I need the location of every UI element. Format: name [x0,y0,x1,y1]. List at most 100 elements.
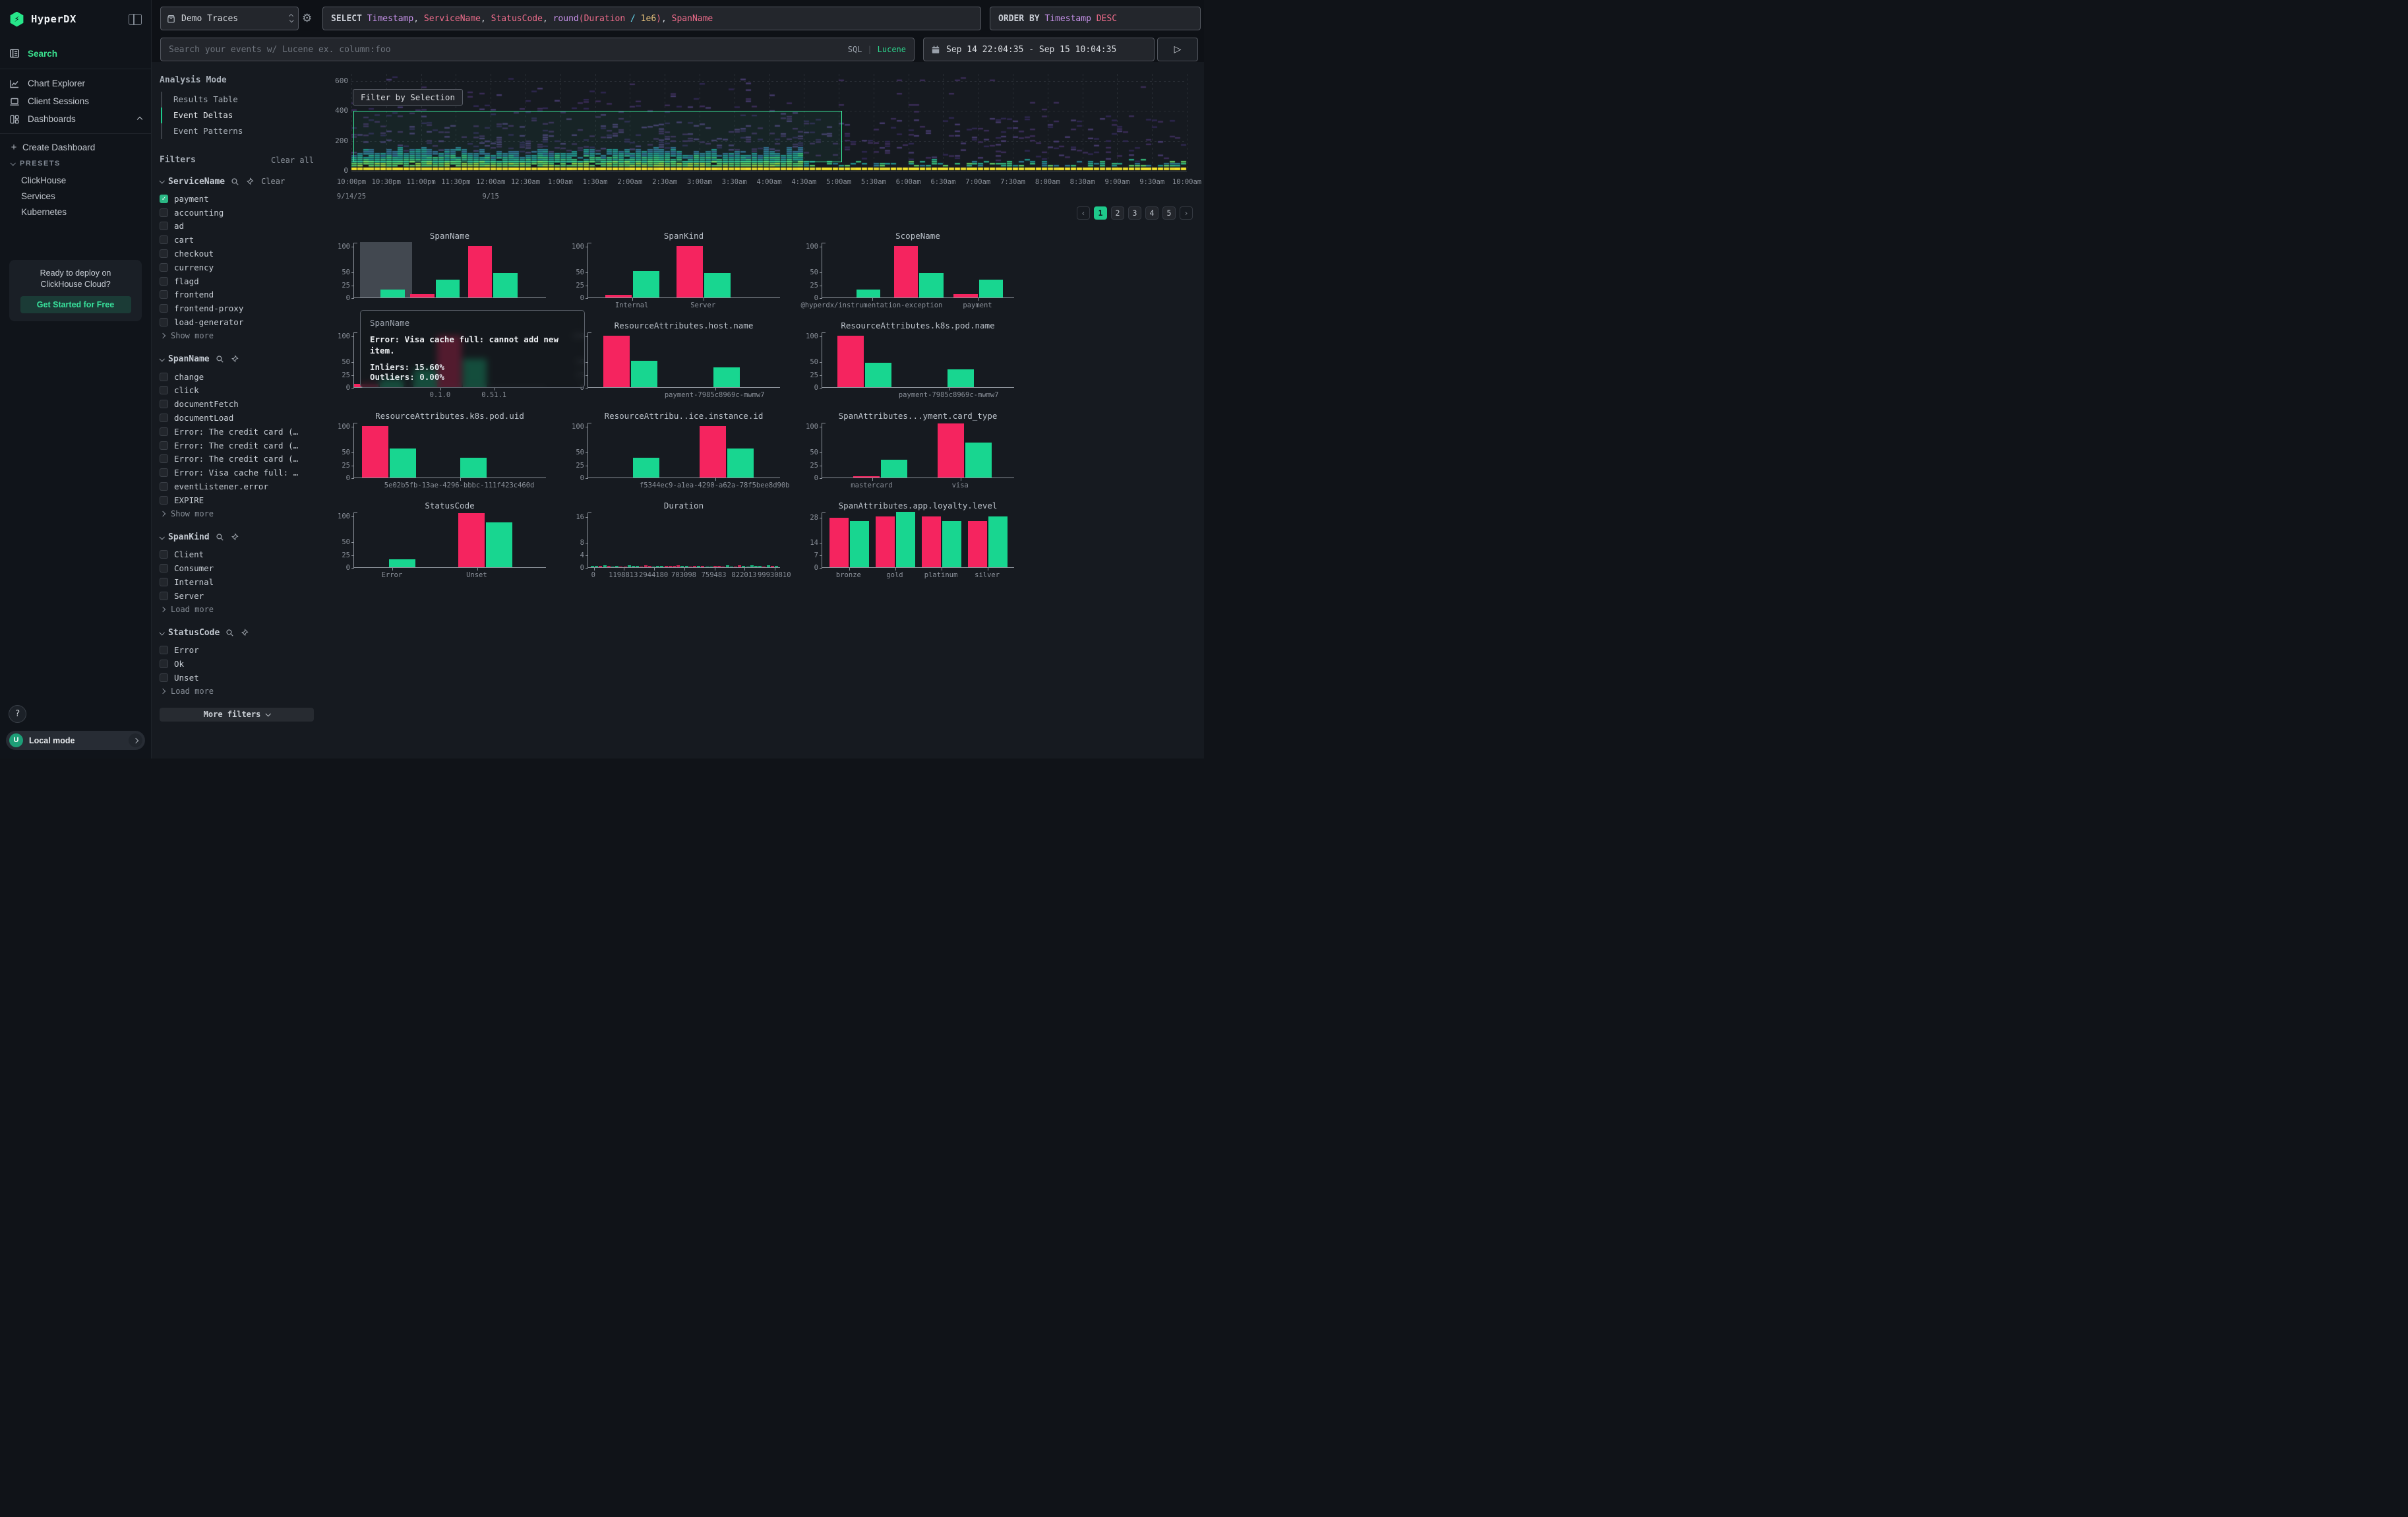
filter-option-row[interactable]: flagd [160,274,314,288]
filter-option-row[interactable]: Client [160,548,314,562]
filter-group-header-ServiceName[interactable]: ServiceNameClear [160,175,314,187]
checkbox[interactable] [160,660,168,668]
show-more-button[interactable]: Load more [160,685,314,698]
pagination-prev[interactable]: ‹ [1077,206,1090,220]
sidebar-item-kubernetes[interactable]: Kubernetes [0,204,151,220]
filter-option-row[interactable]: Consumer [160,561,314,575]
pin-icon[interactable] [230,533,239,542]
filter-option-row[interactable]: frontend [160,288,314,302]
chart-plot[interactable]: 281470 [822,512,1014,568]
sidebar-item-chart-explorer[interactable]: Chart Explorer [0,75,151,92]
chart-plot[interactable]: 10050250 [822,243,1014,298]
checkbox[interactable] [160,318,168,326]
help-button[interactable]: ? [9,705,26,723]
filter-option-row[interactable]: Server [160,589,314,603]
checkbox[interactable] [160,564,168,573]
presets-toggle[interactable]: PRESETS [0,155,151,172]
pagination-page-3[interactable]: 3 [1128,206,1141,220]
order-by-input[interactable]: ORDER BY Timestamp DESC [990,7,1201,30]
filter-option-row[interactable]: frontend-proxy [160,301,314,315]
filter-option-row[interactable]: documentLoad [160,411,314,425]
show-more-button[interactable]: Show more [160,507,314,521]
search-input[interactable] [169,45,848,55]
filter-option-row[interactable]: Error: The credit card (… [160,452,314,466]
mode-event-deltas[interactable]: Event Deltas [162,108,314,123]
checkbox[interactable] [160,482,168,491]
lucene-toggle[interactable]: Lucene [878,45,906,54]
gear-icon[interactable]: ⚙ [302,12,312,25]
filter-group-header-SpanKind[interactable]: SpanKind [160,532,314,543]
filter-option-row[interactable]: eventListener.error [160,480,314,493]
search-icon[interactable] [231,177,239,186]
more-filters-button[interactable]: More filters [160,708,314,722]
checkbox[interactable]: ✓ [160,195,168,203]
checkbox[interactable] [160,427,168,436]
sidebar-item-search[interactable]: Search [0,38,151,69]
checkbox[interactable] [160,249,168,258]
checkbox[interactable] [160,290,168,299]
chart-plot[interactable]: 10050250 [587,332,780,388]
checkbox[interactable] [160,208,168,217]
filter-option-row[interactable]: change [160,370,314,384]
checkbox[interactable] [160,550,168,559]
filter-option-row[interactable]: load-generator [160,315,314,329]
filter-group-header-StatusCode[interactable]: StatusCode [160,627,314,639]
filter-option-row[interactable]: accounting [160,206,314,220]
checkbox[interactable] [160,277,168,286]
sidebar-item-client-sessions[interactable]: Client Sessions [0,92,151,110]
checkbox[interactable] [160,578,168,586]
checkbox[interactable] [160,400,168,408]
pagination-page-4[interactable]: 4 [1145,206,1159,220]
create-dashboard-button[interactable]: + Create Dashboard [0,139,151,155]
chart-plot[interactable]: 10050250 [353,243,546,298]
events-heatmap[interactable]: Filter by Selection [351,74,1187,171]
chart-plot[interactable]: 10050250 [822,332,1014,388]
clear-all-button[interactable]: Clear all [271,156,314,165]
pagination-page-1[interactable]: 1 [1094,206,1107,220]
checkbox[interactable] [160,673,168,682]
search-icon[interactable] [216,533,224,542]
sql-select-input[interactable]: SELECT Timestamp, ServiceName, StatusCod… [322,7,981,30]
filter-option-row[interactable]: Unset [160,671,314,685]
pin-icon[interactable] [230,355,239,363]
filter-option-row[interactable]: ad [160,220,314,233]
filter-option-row[interactable]: Error: The credit card (… [160,439,314,452]
sidebar-item-dashboards[interactable]: Dashboards [0,110,151,128]
source-select[interactable]: Demo Traces [160,7,299,30]
heatmap-selection-brush[interactable] [353,111,842,162]
search-icon[interactable] [216,355,224,363]
chart-plot[interactable]: 10050250 [587,423,780,478]
filter-option-row[interactable]: currency [160,261,314,274]
checkbox[interactable] [160,263,168,272]
group-clear-button[interactable]: Clear [261,177,285,186]
checkbox[interactable] [160,235,168,244]
show-more-button[interactable]: Load more [160,603,314,617]
chart-plot[interactable]: 10050250 [353,423,546,478]
search-icon[interactable] [226,629,234,637]
date-range-picker[interactable]: Sep 14 22:04:35 - Sep 15 10:04:35 [923,38,1155,61]
filter-option-row[interactable]: EXPIRE [160,493,314,507]
filter-option-row[interactable]: checkout [160,247,314,261]
sidebar-item-clickhouse[interactable]: ClickHouse [0,172,151,188]
sql-toggle[interactable]: SQL [848,45,862,54]
checkbox[interactable] [160,454,168,463]
checkbox[interactable] [160,592,168,600]
sidebar-item-services[interactable]: Services [0,188,151,204]
chart-plot[interactable]: 10050250 [822,423,1014,478]
get-started-button[interactable]: Get Started for Free [20,296,131,313]
pin-icon[interactable] [240,629,249,637]
filter-option-row[interactable]: Ok [160,657,314,671]
pagination-page-2[interactable]: 2 [1111,206,1124,220]
pagination-page-5[interactable]: 5 [1162,206,1176,220]
pagination-next[interactable]: › [1180,206,1193,220]
filter-option-row[interactable]: click [160,384,314,398]
filter-option-row[interactable]: Error: Visa cache full: … [160,466,314,480]
checkbox[interactable] [160,496,168,505]
show-more-button[interactable]: Show more [160,329,314,343]
filter-option-row[interactable]: documentFetch [160,397,314,411]
filter-by-selection-button[interactable]: Filter by Selection [353,89,463,106]
sidebar-collapse-icon[interactable] [129,14,142,25]
checkbox[interactable] [160,468,168,477]
user-menu[interactable]: U Local mode [6,731,145,750]
filter-option-row[interactable]: cart [160,233,314,247]
